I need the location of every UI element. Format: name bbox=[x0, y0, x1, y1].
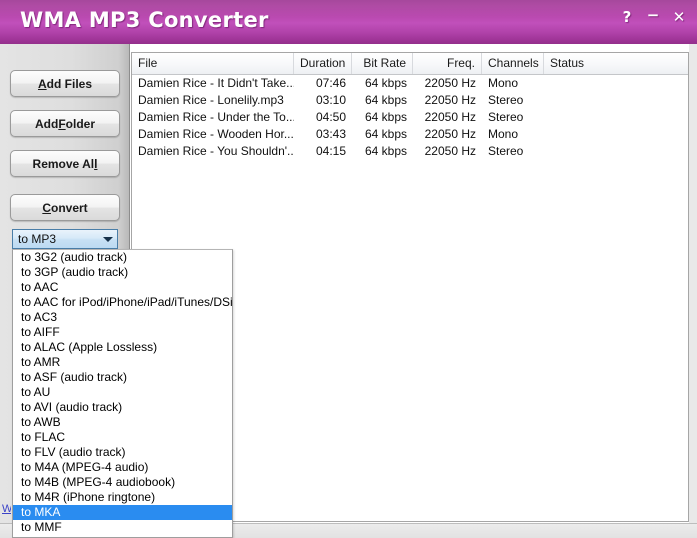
add-folder-accel: F bbox=[58, 116, 66, 131]
add-folder-button[interactable]: Add Folder bbox=[10, 110, 120, 137]
application-window: WMA MP3 Converter ? − ✕ Add Files Add Fo… bbox=[0, 0, 697, 538]
cell-channels: Mono bbox=[488, 127, 519, 141]
cell-duration: 03:43 bbox=[315, 127, 346, 141]
add-folder-label: Add bbox=[34, 116, 59, 131]
cell-status bbox=[544, 126, 688, 143]
column-header-file[interactable]: File bbox=[132, 53, 294, 74]
dropdown-item[interactable]: to AAC bbox=[13, 280, 232, 295]
table-row[interactable]: Damien Rice - Lonelily.mp3 03:10 64 kbps 22… bbox=[132, 92, 688, 109]
cell-channels: Stereo bbox=[488, 93, 524, 107]
cell-file: Damien Rice - Under the To... bbox=[138, 110, 294, 124]
dropdown-item[interactable]: to MKA bbox=[13, 505, 232, 520]
remove-all-button[interactable]: Remove Al l bbox=[10, 150, 120, 177]
close-icon[interactable]: ✕ bbox=[671, 10, 687, 25]
cell-status bbox=[544, 143, 688, 160]
table-row[interactable]: Damien Rice - You Shouldn'... 04:15 64 kbp… bbox=[132, 143, 688, 160]
dropdown-item[interactable]: to AVI (audio track) bbox=[13, 400, 232, 415]
cell-status bbox=[544, 109, 688, 126]
cell-freq: 22050 Hz bbox=[424, 76, 476, 90]
column-header-duration[interactable]: Duration bbox=[294, 53, 352, 74]
dropdown-item[interactable]: to AWB bbox=[13, 415, 232, 430]
cell-bitrate: 64 kbps bbox=[364, 144, 407, 158]
help-icon[interactable]: ? bbox=[619, 10, 635, 25]
cell-bitrate: 64 kbps bbox=[364, 93, 407, 107]
cell-bitrate: 64 kbps bbox=[364, 76, 407, 90]
dropdown-item[interactable]: to MMF bbox=[13, 520, 232, 535]
cell-freq: 22050 Hz bbox=[424, 110, 476, 124]
cell-freq: 22050 Hz bbox=[424, 93, 476, 107]
app-title: WMA MP3 Converter bbox=[20, 8, 269, 32]
cell-channels: Mono bbox=[488, 76, 519, 90]
cell-channels: Stereo bbox=[488, 110, 524, 124]
chevron-down-icon[interactable] bbox=[99, 236, 117, 242]
cell-duration: 07:46 bbox=[315, 76, 346, 90]
column-header-status[interactable]: Status bbox=[544, 53, 688, 74]
add-files-button[interactable]: Add Files bbox=[10, 70, 120, 97]
cell-duration: 04:50 bbox=[315, 110, 346, 124]
output-format-value: to MP3 bbox=[18, 232, 57, 246]
dropdown-item[interactable]: to M4A (MPEG-4 audio) bbox=[13, 460, 232, 475]
convert-accel: C bbox=[42, 200, 51, 215]
dropdown-item[interactable]: to M4R (iPhone ringtone) bbox=[13, 490, 232, 505]
right-gutter bbox=[689, 44, 697, 523]
column-header-bitrate[interactable]: Bit Rate bbox=[352, 53, 413, 74]
title-bar[interactable]: WMA MP3 Converter ? − ✕ bbox=[0, 0, 697, 44]
cell-file: Damien Rice - Wooden Hor... bbox=[138, 127, 294, 141]
output-format-combobox[interactable]: to MP3 bbox=[12, 229, 118, 249]
convert-button[interactable]: Convert bbox=[10, 194, 120, 221]
dropdown-item[interactable]: to AU bbox=[13, 385, 232, 400]
output-format-dropdown-list[interactable]: to 3G2 (audio track) to 3GP (audio track)… bbox=[12, 249, 233, 538]
convert-label-rest: onvert bbox=[50, 200, 88, 215]
file-list-header: File Duration Bit Rate Freq. Channels Status bbox=[132, 53, 688, 75]
add-files-label-rest: dd Files bbox=[46, 76, 92, 91]
column-header-freq[interactable]: Freq. bbox=[413, 53, 482, 74]
cell-file: Damien Rice - You Shouldn'... bbox=[138, 144, 294, 158]
cell-freq: 22050 Hz bbox=[424, 144, 476, 158]
cell-bitrate: 64 kbps bbox=[364, 110, 407, 124]
dropdown-item[interactable]: to 3G2 (audio track) bbox=[13, 250, 232, 265]
table-row[interactable]: Damien Rice - Wooden Hor... 03:43 64 kbps 2… bbox=[132, 126, 688, 143]
dropdown-item[interactable]: to AIFF bbox=[13, 325, 232, 340]
dropdown-item[interactable]: to FLAC bbox=[13, 430, 232, 445]
minimize-icon[interactable]: − bbox=[645, 8, 661, 23]
cell-bitrate: 64 kbps bbox=[364, 127, 407, 141]
dropdown-item[interactable]: to AC3 bbox=[13, 310, 232, 325]
dropdown-item[interactable]: to 3GP (audio track) bbox=[13, 265, 232, 280]
dropdown-item[interactable]: to FLV (audio track) bbox=[13, 445, 232, 460]
table-row[interactable]: Damien Rice - It Didn't Take... 07:46 64 k… bbox=[132, 75, 688, 92]
window-controls: ? − ✕ bbox=[619, 8, 687, 25]
dropdown-item[interactable]: to ASF (audio track) bbox=[13, 370, 232, 385]
add-files-accel: A bbox=[37, 76, 47, 91]
dropdown-item[interactable]: to AMR bbox=[13, 355, 232, 370]
cell-freq: 22050 Hz bbox=[424, 127, 476, 141]
column-header-channels[interactable]: Channels bbox=[482, 53, 544, 74]
cell-status bbox=[544, 92, 688, 109]
remove-all-label: Remove Al bbox=[32, 156, 95, 171]
table-row[interactable]: Damien Rice - Under the To... 04:50 64 kbp… bbox=[132, 109, 688, 126]
dropdown-item[interactable]: to ALAC (Apple Lossless) bbox=[13, 340, 232, 355]
obscured-link[interactable]: W bbox=[2, 503, 11, 515]
cell-duration: 03:10 bbox=[315, 93, 346, 107]
cell-file: Damien Rice - It Didn't Take... bbox=[138, 76, 294, 90]
dropdown-item[interactable]: to AAC for iPod/iPhone/iPad/iTunes/DSi bbox=[13, 295, 232, 310]
file-list-body[interactable]: Damien Rice - It Didn't Take... 07:46 64 k… bbox=[132, 75, 688, 160]
dropdown-item[interactable]: to M4B (MPEG-4 audiobook) bbox=[13, 475, 232, 490]
cell-file: Damien Rice - Lonelily.mp3 bbox=[138, 93, 284, 107]
add-folder-label-rest: older bbox=[65, 116, 95, 131]
remove-all-accel: l bbox=[94, 156, 98, 171]
cell-duration: 04:15 bbox=[315, 144, 346, 158]
cell-status bbox=[544, 75, 688, 92]
cell-channels: Stereo bbox=[488, 144, 524, 158]
